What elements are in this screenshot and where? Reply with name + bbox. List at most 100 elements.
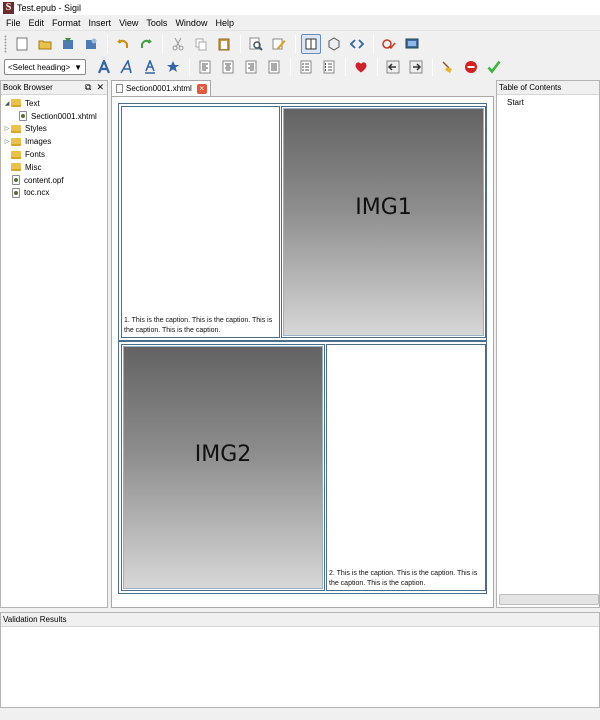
underline-button[interactable] (140, 57, 160, 77)
heart-icon (355, 62, 367, 73)
justify-button[interactable] (264, 57, 284, 77)
split-view-button[interactable] (324, 34, 344, 54)
redo-button[interactable] (136, 34, 156, 54)
italic-button[interactable] (117, 57, 137, 77)
format-toolbar: <Select heading> ▼ (0, 54, 600, 80)
validation-title: Validation Results (3, 615, 67, 624)
title-bar: S Test.epub - Sigil (0, 0, 600, 15)
save-as-button[interactable] (81, 34, 101, 54)
paste-button[interactable] (214, 34, 234, 54)
tree-item-content-opf[interactable]: content.opf (1, 174, 107, 187)
menu-edit[interactable]: Edit (25, 18, 49, 28)
toc-horizontal-scrollbar[interactable] (499, 594, 599, 605)
save-button[interactable] (58, 34, 78, 54)
float-panel-icon[interactable]: ⧉ (85, 82, 91, 93)
tree-item-label: Fonts (25, 150, 46, 160)
open-folder-icon (38, 40, 52, 49)
menu-window[interactable]: Window (171, 18, 211, 28)
tree-item-styles[interactable]: ▷ Styles (1, 123, 107, 136)
folder-icon (11, 137, 21, 146)
toolbar-grip[interactable] (4, 34, 7, 53)
figure-table-1: 1. This is the caption. This is the capt… (118, 103, 487, 341)
undo-button[interactable] (113, 34, 133, 54)
tab-label: Section0001.xhtml (126, 84, 192, 93)
code-view-button[interactable] (347, 34, 367, 54)
align-left-button[interactable] (195, 57, 215, 77)
menu-file[interactable]: File (2, 18, 25, 28)
close-icon[interactable]: ✕ (96, 82, 104, 93)
opf-file-icon (12, 175, 20, 186)
decrease-indent-button[interactable] (383, 57, 403, 77)
monitor-icon (405, 38, 419, 48)
tree-item-text[interactable]: ◢ Text (1, 97, 107, 110)
well-formed-check-button[interactable] (484, 57, 504, 77)
heading-select[interactable]: <Select heading> ▼ (4, 59, 86, 75)
image-2[interactable]: IMG2 (123, 346, 323, 589)
tree-item-misc[interactable]: Misc (1, 161, 107, 174)
tree-item-label: Misc (25, 162, 42, 172)
tree-item-images[interactable]: ▷ Images (1, 135, 107, 148)
copy-button[interactable] (191, 34, 211, 54)
expanded-triangle-icon[interactable]: ◢ (3, 100, 11, 107)
bullet-list-icon (300, 60, 312, 74)
arrow-left-icon (386, 60, 400, 74)
tree-item-section0001[interactable]: Section0001.xhtml (1, 110, 107, 123)
donate-button[interactable] (351, 57, 371, 77)
tree-item-fonts[interactable]: Fonts (1, 148, 107, 161)
image-cell-2[interactable]: IMG2 (121, 344, 325, 591)
align-right-button[interactable] (241, 57, 261, 77)
menu-view[interactable]: View (115, 18, 142, 28)
tab-section0001[interactable]: Section0001.xhtml × (111, 80, 211, 96)
toolbar-separator (162, 34, 163, 53)
cut-button[interactable] (168, 34, 188, 54)
image-cell-1[interactable]: IMG1 (281, 106, 486, 338)
find-replace-button[interactable] (246, 34, 266, 54)
caption-cell-2[interactable]: 2. This is the caption. This is the capt… (326, 344, 486, 591)
new-file-button[interactable] (12, 34, 32, 54)
spellcheck-button[interactable] (269, 34, 289, 54)
toolbar-separator (189, 58, 190, 76)
book-view-page[interactable]: 1. This is the caption. This is the capt… (111, 96, 494, 608)
collapsed-triangle-icon[interactable]: ▷ (3, 125, 11, 132)
image-1[interactable]: IMG1 (283, 108, 484, 336)
xhtml-file-icon (116, 84, 123, 93)
star-a-icon (167, 61, 179, 72)
menu-tools[interactable]: Tools (142, 18, 171, 28)
tree-item-toc-ncx[interactable]: toc.ncx (1, 187, 107, 200)
caption-1: 1. This is the caption. This is the capt… (124, 317, 273, 334)
close-tab-icon[interactable]: × (196, 83, 207, 94)
menu-format[interactable]: Format (48, 18, 85, 28)
toolbar-separator (373, 34, 374, 53)
toc-title: Table of Contents (499, 83, 562, 92)
underline-a-icon (145, 60, 155, 74)
toc-item-start[interactable]: Start (497, 95, 599, 107)
menu-insert[interactable]: Insert (85, 18, 116, 28)
collapsed-triangle-icon[interactable]: ▷ (3, 138, 11, 145)
open-button[interactable] (35, 34, 55, 54)
align-center-button[interactable] (218, 57, 238, 77)
code-brackets-icon (350, 38, 364, 49)
figure-table-2: IMG2 2. This is the caption. This is the… (118, 341, 487, 594)
clean-source-button[interactable] (438, 57, 458, 77)
green-check-icon (487, 60, 501, 74)
tree-item-label: toc.ncx (24, 188, 50, 198)
menu-help[interactable]: Help (211, 18, 238, 28)
remove-formatting-button[interactable] (461, 57, 481, 77)
numbered-list-button[interactable] (319, 57, 339, 77)
editor-tabs: Section0001.xhtml × (111, 80, 494, 96)
caption-cell-1[interactable]: 1. This is the caption. This is the capt… (121, 106, 280, 338)
book-browser-panel: Book Browser ⧉ ✕ ◢ Text Section0001.xhtm… (0, 80, 108, 608)
book-view-button[interactable] (301, 33, 321, 54)
increase-indent-button[interactable] (406, 57, 426, 77)
bold-button[interactable] (94, 57, 114, 77)
metadata-editor-button[interactable] (402, 34, 422, 54)
toolbar-separator (345, 58, 346, 76)
strikethrough-button[interactable] (163, 57, 183, 77)
bold-a-icon (97, 60, 111, 74)
toolbar-separator (240, 34, 241, 53)
editor-area: Section0001.xhtml × 1. This is the capti… (111, 80, 494, 608)
bullet-list-button[interactable] (296, 57, 316, 77)
toc-panel: Table of Contents Start (496, 80, 600, 608)
redo-icon (141, 38, 152, 48)
validate-epub-button[interactable] (379, 34, 399, 54)
